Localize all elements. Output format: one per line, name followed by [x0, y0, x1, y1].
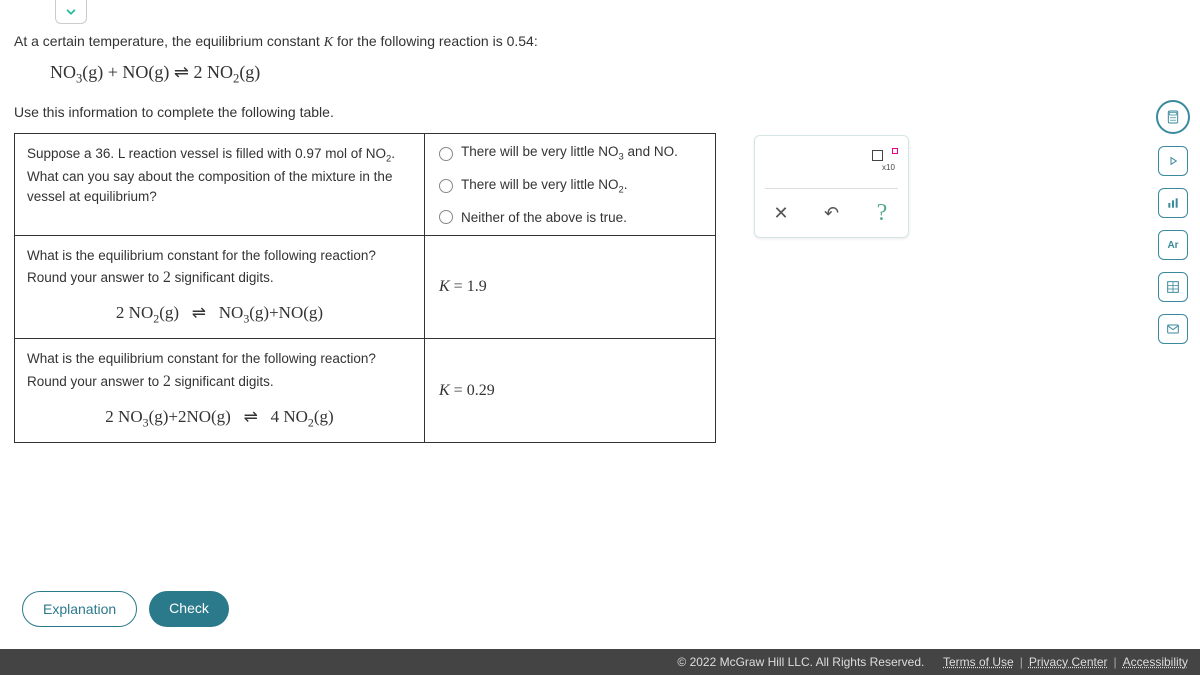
table-icon: [1165, 279, 1181, 295]
intro-line-2: Use this information to complete the fol…: [14, 101, 1186, 123]
accessibility-link[interactable]: Accessibility: [1123, 655, 1188, 669]
radio-option-1[interactable]: There will be very little NO3 and NO.: [439, 144, 701, 163]
text: At a certain temperature, the equilibriu…: [14, 33, 324, 49]
divider: |: [1114, 655, 1117, 669]
main-equation: NO3(g) + NO(g) ⇌ 2 NO2(g): [50, 62, 1186, 87]
question-body: At a certain temperature, the equilibriu…: [0, 0, 1200, 443]
text: =: [450, 382, 467, 399]
divider: |: [1020, 655, 1023, 669]
answer-cell: K = 1.9: [425, 236, 715, 339]
radio-option-3[interactable]: Neither of the above is true.: [439, 210, 701, 225]
k-symbol: K: [439, 278, 450, 295]
close-icon: ✕: [773, 203, 788, 224]
radio-icon: [439, 210, 453, 224]
privacy-link[interactable]: Privacy Center: [1029, 655, 1108, 669]
text: :: [534, 33, 538, 49]
mail-icon: [1165, 321, 1181, 337]
text: Round your answer to 2 significant digit…: [27, 370, 412, 394]
text: for the following reaction is: [333, 33, 507, 49]
text: L reaction vessel is filled with: [114, 146, 295, 161]
reset-button[interactable]: ↶: [816, 199, 848, 227]
text: What is the equilibrium constant for the…: [27, 246, 412, 266]
reaction-equation: 2 NO2(g) ⇌ NO3(g)+NO(g): [27, 300, 412, 328]
question-icon: ?: [877, 200, 888, 227]
table-row: What is the equilibrium constant for the…: [15, 236, 715, 340]
text: Round your answer to 2 significant digit…: [27, 266, 412, 290]
text: =: [450, 278, 467, 295]
question-table: Suppose a 36. L reaction vessel is fille…: [14, 133, 716, 442]
video-button[interactable]: [1158, 146, 1188, 176]
text: What is the equilibrium constant for the…: [27, 349, 412, 369]
answer-cell: There will be very little NO3 and NO. Th…: [425, 134, 715, 234]
question-cell: What is the equilibrium constant for the…: [15, 339, 425, 442]
bar-chart-icon: [1165, 195, 1181, 211]
table-row: What is the equilibrium constant for the…: [15, 339, 715, 442]
radio-option-2[interactable]: There will be very little NO2.: [439, 177, 701, 196]
collapse-toggle[interactable]: [55, 0, 87, 24]
explanation-button[interactable]: Explanation: [22, 591, 137, 627]
action-buttons: Explanation Check: [22, 591, 229, 627]
copyright-text: © 2022 McGraw Hill LLC. All Rights Reser…: [677, 655, 924, 669]
mol-value: 0.97: [295, 146, 321, 161]
radio-icon: [439, 179, 453, 193]
k-value: 1.9: [467, 278, 487, 295]
reaction-equation: 2 NO3(g)+2NO(g) ⇌ 4 NO2(g): [27, 404, 412, 432]
volume-value: 36.: [95, 146, 114, 161]
text: Suppose a: [27, 146, 95, 161]
x10-label: x10: [882, 163, 895, 172]
k-expression: K = 1.9: [439, 278, 487, 296]
tool-rail: Ar: [1156, 100, 1190, 344]
stats-button[interactable]: [1158, 188, 1188, 218]
email-button[interactable]: [1158, 314, 1188, 344]
calculator-icon: [1165, 109, 1181, 125]
reference-button[interactable]: [1158, 272, 1188, 302]
intro-line-1: At a certain temperature, the equilibriu…: [14, 30, 1186, 54]
check-button[interactable]: Check: [149, 591, 229, 627]
sci-notation-button[interactable]: x10: [872, 150, 898, 172]
clear-button[interactable]: ✕: [765, 199, 797, 227]
k-expression: K = 0.29: [439, 382, 495, 400]
exponent-box-icon: [892, 148, 898, 154]
chevron-down-icon: [64, 5, 78, 19]
k-value: 0.54: [507, 33, 534, 49]
box-icon: [872, 150, 883, 161]
calculator-button[interactable]: [1156, 100, 1190, 134]
undo-icon: ↶: [824, 203, 839, 224]
radio-icon: [439, 147, 453, 161]
footer: © 2022 McGraw Hill LLC. All Rights Reser…: [0, 649, 1200, 675]
k-value: 0.29: [467, 382, 495, 399]
terms-link[interactable]: Terms of Use: [943, 655, 1014, 669]
k-symbol: K: [439, 382, 450, 399]
radio-label: There will be very little NO2.: [461, 177, 628, 196]
divider: [765, 188, 898, 189]
periodic-button[interactable]: Ar: [1158, 230, 1188, 260]
help-button[interactable]: ?: [866, 199, 898, 227]
question-cell: What is the equilibrium constant for the…: [15, 236, 425, 339]
answer-cell: K = 0.29: [425, 339, 715, 442]
question-cell: Suppose a 36. L reaction vessel is fille…: [15, 134, 425, 234]
table-row: Suppose a 36. L reaction vessel is fille…: [15, 134, 715, 235]
play-icon: [1165, 153, 1181, 169]
input-palette: x10 ✕ ↶ ?: [754, 135, 909, 238]
radio-label: Neither of the above is true.: [461, 210, 627, 225]
ar-icon: Ar: [1167, 240, 1178, 251]
k-symbol: K: [324, 35, 333, 50]
radio-label: There will be very little NO3 and NO.: [461, 144, 678, 163]
